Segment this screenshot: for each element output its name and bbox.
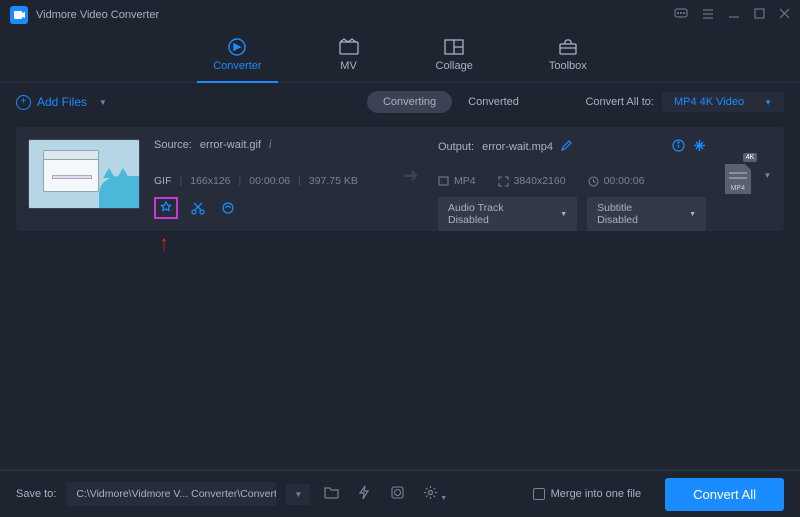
audio-track-value: Audio Track Disabled — [448, 202, 546, 226]
settings-icon[interactable]: ▼ — [419, 481, 451, 507]
ext-label: MP4 — [725, 185, 751, 192]
media-info-icon[interactable] — [672, 139, 685, 155]
output-dimensions: 3840x2160 — [514, 175, 566, 187]
edit-effects-button[interactable] — [154, 197, 178, 219]
hw-accel-icon[interactable] — [353, 481, 376, 507]
file-item: Source: error-wait.gif i GIF| 166x126| 0… — [16, 127, 784, 231]
source-filename: error-wait.gif — [200, 139, 261, 151]
source-label: Source: — [154, 139, 192, 151]
compress-icon[interactable] — [693, 139, 706, 155]
output-label: Output: — [438, 141, 474, 153]
footer: Save to: C:\Vidmore\Vidmore V... Convert… — [0, 469, 800, 517]
save-path-field[interactable]: C:\Vidmore\Vidmore V... Converter\Conver… — [66, 482, 276, 506]
source-format: GIF — [154, 175, 172, 187]
tab-label: Toolbox — [549, 60, 587, 72]
arrow-right-icon: ➜ — [402, 163, 419, 188]
mv-icon — [338, 38, 360, 56]
output-filename: error-wait.mp4 — [482, 141, 553, 153]
output-format-badge[interactable]: 4K MP4 ▼ — [728, 153, 768, 197]
tab-mv[interactable]: MV — [330, 34, 368, 82]
tab-toolbox[interactable]: Toolbox — [541, 34, 595, 82]
status-segment: Converting Converted — [367, 91, 535, 113]
app-logo — [10, 6, 28, 24]
source-dimensions: 166x126 — [190, 175, 230, 187]
menu-icon[interactable] — [702, 8, 714, 23]
tab-label: Collage — [436, 60, 473, 72]
subtitle-select[interactable]: Subtitle Disabled ▼ — [587, 197, 706, 231]
format-value: MP4 4K Video — [674, 96, 744, 108]
tab-converter[interactable]: Converter — [205, 34, 269, 82]
tab-label: Converter — [213, 60, 261, 72]
open-folder-icon[interactable] — [320, 482, 343, 506]
high-speed-icon[interactable] — [386, 481, 409, 507]
converter-icon — [226, 38, 248, 56]
output-format: MP4 — [454, 175, 476, 187]
segment-converted[interactable]: Converted — [452, 91, 535, 113]
rename-icon[interactable] — [561, 140, 572, 154]
output-duration: 00:00:06 — [604, 175, 645, 187]
convert-all-button[interactable]: Convert All — [665, 478, 784, 511]
segment-converting[interactable]: Converting — [367, 91, 452, 113]
chevron-down-icon: ▼ — [764, 98, 772, 107]
titlebar: Vidmore Video Converter — [0, 0, 800, 30]
save-to-label: Save to: — [16, 488, 56, 500]
convert-all-label: Convert All to: — [585, 96, 653, 108]
checkbox-icon — [533, 488, 545, 500]
minimize-icon[interactable] — [728, 8, 740, 23]
main-tabs: Converter MV Collage Toolbox — [0, 30, 800, 83]
tab-label: MV — [340, 60, 357, 72]
add-files-label: Add Files — [37, 95, 87, 109]
tab-collage[interactable]: Collage — [428, 34, 481, 82]
chevron-down-icon: ▼ — [560, 211, 567, 218]
maximize-icon[interactable] — [754, 8, 765, 23]
collage-icon — [443, 38, 465, 56]
toolbar: + Add Files ▼ Converting Converted Conve… — [0, 83, 800, 121]
chevron-down-icon: ▼ — [689, 211, 696, 218]
audio-track-select[interactable]: Audio Track Disabled ▼ — [438, 197, 577, 231]
source-metadata: GIF| 166x126| 00:00:06| 397.75 KB — [154, 175, 374, 187]
merge-checkbox[interactable]: Merge into one file — [533, 488, 642, 500]
output-format-select[interactable]: MP4 4K Video ▼ — [662, 92, 784, 112]
subtitle-value: Subtitle Disabled — [597, 202, 675, 226]
source-duration: 00:00:06 — [249, 175, 290, 187]
chevron-down-icon: ▼ — [99, 98, 107, 107]
quality-badge: 4K — [743, 153, 758, 162]
annotation-arrow: ↑ — [160, 232, 168, 257]
plus-icon: + — [16, 95, 31, 110]
feedback-icon[interactable] — [674, 8, 688, 23]
source-size: 397.75 KB — [309, 175, 358, 187]
thumbnail[interactable] — [28, 139, 140, 209]
chevron-down-icon: ▼ — [763, 171, 771, 180]
toolbox-icon — [557, 38, 579, 56]
app-title: Vidmore Video Converter — [36, 9, 674, 21]
add-files-button[interactable]: + Add Files ▼ — [16, 95, 107, 110]
save-path-dropdown[interactable]: ▼ — [286, 484, 310, 505]
info-icon[interactable]: i — [269, 139, 271, 151]
merge-label: Merge into one file — [551, 488, 642, 500]
close-icon[interactable] — [779, 8, 790, 23]
enhance-button[interactable] — [218, 198, 238, 218]
cut-button[interactable] — [188, 198, 208, 218]
